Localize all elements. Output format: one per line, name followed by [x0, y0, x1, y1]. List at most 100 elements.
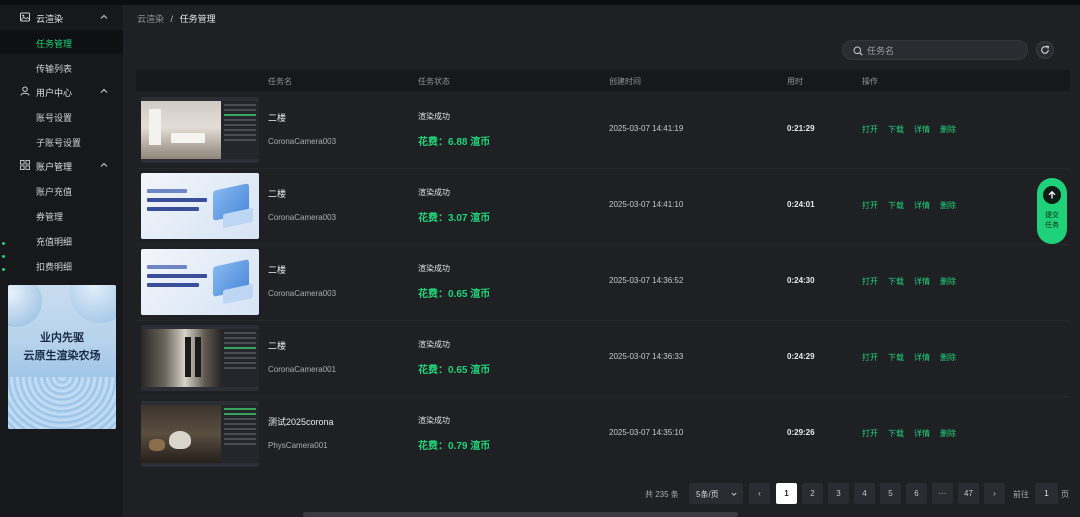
search-icon — [853, 46, 863, 56]
render-thumbnail[interactable] — [141, 97, 259, 163]
page-button-2[interactable]: 2 — [802, 483, 823, 504]
table-row[interactable]: 测试2025corona PhysCamera001 渲染成功 花费：0.79 … — [136, 397, 1070, 473]
task-actions: 打开 下载 详情 删除 — [862, 352, 966, 363]
submit-task-button[interactable]: 提交 任务 — [1037, 178, 1067, 244]
page-size-select[interactable]: 5条/页 — [689, 483, 743, 504]
sidebar-item-label: 扣费明细 — [36, 262, 73, 272]
open-button[interactable]: 打开 — [862, 277, 878, 286]
sidebar-item-label: 传输列表 — [36, 64, 73, 74]
task-camera: PhysCamera001 — [268, 441, 328, 450]
task-name: 二楼 — [268, 113, 287, 123]
sidebar-item-account-settings[interactable]: 账号设置 — [0, 104, 123, 128]
task-duration: 0:24:01 — [787, 200, 815, 209]
detail-button[interactable]: 详情 — [914, 429, 930, 438]
page-button-3[interactable]: 3 — [828, 483, 849, 504]
render-thumbnail[interactable] — [141, 325, 259, 391]
download-button[interactable]: 下载 — [888, 353, 904, 362]
sidebar-group-account-manage[interactable]: 账户管理 — [0, 153, 123, 177]
refresh-button[interactable] — [1036, 41, 1054, 59]
promo-banner[interactable]: 业内先驱 云原生渲染农场 — [8, 285, 116, 429]
page-button-6[interactable]: 6 — [906, 483, 927, 504]
open-button[interactable]: 打开 — [862, 125, 878, 134]
task-cost: 花费：6.88 渲币 — [418, 137, 491, 148]
task-status: 渲染成功 — [418, 416, 450, 425]
page-size-value: 5条/页 — [696, 490, 719, 499]
goto-label: 前往 — [1013, 490, 1029, 499]
promo-sphere-decoration — [70, 285, 116, 323]
task-camera: CoronaCamera001 — [268, 365, 337, 374]
sidebar-item-label: 券管理 — [36, 212, 64, 222]
detail-button[interactable]: 详情 — [914, 125, 930, 134]
promo-subtitle: 云原生渲染农场 — [23, 350, 101, 362]
open-button[interactable]: 打开 — [862, 353, 878, 362]
sidebar-group-label: 用户中心 — [36, 88, 73, 98]
sidebar-item-task-manage[interactable]: 任务管理 — [0, 30, 123, 54]
table-row[interactable]: 二楼 CoronaCamera003 渲染成功 花费：0.65 渲币 2025-… — [136, 245, 1070, 321]
download-button[interactable]: 下载 — [888, 125, 904, 134]
task-cost: 花费：0.65 渲币 — [418, 365, 491, 376]
breadcrumb-root[interactable]: 云渲染 — [137, 14, 164, 24]
task-status: 渲染成功 — [418, 264, 450, 273]
open-button[interactable]: 打开 — [862, 201, 878, 210]
download-button[interactable]: 下载 — [888, 277, 904, 286]
goto-suffix: 页 — [1061, 490, 1069, 499]
status-dots — [2, 242, 8, 281]
detail-button[interactable]: 详情 — [914, 353, 930, 362]
delete-button[interactable]: 删除 — [940, 353, 956, 362]
goto-page-input[interactable]: 1 — [1035, 483, 1058, 504]
sidebar-group-user-center[interactable]: 用户中心 — [0, 79, 123, 103]
prev-page-button[interactable]: ‹ — [749, 483, 770, 504]
task-duration: 0:21:29 — [787, 124, 815, 133]
download-button[interactable]: 下载 — [888, 201, 904, 210]
submit-task-label: 提交 — [1045, 212, 1059, 219]
table-row[interactable]: 二楼 CoronaCamera003 渲染成功 花费：3.07 渲币 2025-… — [136, 169, 1070, 245]
sidebar-item-voucher-manage[interactable]: 券管理 — [0, 203, 123, 227]
submit-task-label: 任务 — [1045, 222, 1059, 229]
delete-button[interactable]: 删除 — [940, 201, 956, 210]
promo-title: 业内先驱 — [40, 332, 84, 344]
search-box[interactable] — [842, 40, 1028, 60]
page-button-5[interactable]: 5 — [880, 483, 901, 504]
sidebar-item-deduct-detail[interactable]: 扣费明细 — [0, 253, 123, 277]
search-input[interactable] — [867, 44, 1017, 57]
table-row[interactable]: 二楼 CoronaCamera003 渲染成功 花费：6.88 渲币 2025-… — [136, 93, 1070, 169]
column-header-duration: 用时 — [787, 77, 803, 86]
render-thumbnail[interactable] — [141, 249, 259, 315]
detail-button[interactable]: 详情 — [914, 277, 930, 286]
render-thumbnail[interactable] — [141, 401, 259, 467]
task-status: 渲染成功 — [418, 340, 450, 349]
table-row[interactable]: 二楼 CoronaCamera001 渲染成功 花费：0.65 渲币 2025-… — [136, 321, 1070, 397]
sidebar-item-account-recharge[interactable]: 账户充值 — [0, 178, 123, 202]
task-name: 二楼 — [268, 189, 287, 199]
column-header-name: 任务名 — [268, 77, 292, 86]
sidebar-item-label: 账户充值 — [36, 187, 73, 197]
page-ellipsis-button[interactable]: ··· — [932, 483, 953, 504]
sidebar-item-transfer-list[interactable]: 传输列表 — [0, 55, 123, 79]
sidebar-group-cloud-render[interactable]: 云渲染 — [0, 5, 123, 29]
page-button-47[interactable]: 47 — [958, 483, 979, 504]
grid-icon — [20, 160, 30, 170]
page-button-4[interactable]: 4 — [854, 483, 875, 504]
sidebar-group-label: 账户管理 — [36, 162, 73, 172]
task-status: 渲染成功 — [418, 112, 450, 121]
download-button[interactable]: 下载 — [888, 429, 904, 438]
sidebar-item-recharge-detail[interactable]: 充值明细 — [0, 228, 123, 252]
open-button[interactable]: 打开 — [862, 429, 878, 438]
detail-button[interactable]: 详情 — [914, 201, 930, 210]
main-content: 云渲染 / 任务管理 任务名 任务状态 创建时间 用时 操作 — [123, 5, 1080, 517]
delete-button[interactable]: 删除 — [940, 125, 956, 134]
arrow-up-icon — [1043, 186, 1061, 204]
task-name: 二楼 — [268, 341, 287, 351]
breadcrumb: 云渲染 / 任务管理 — [137, 12, 216, 25]
task-actions: 打开 下载 详情 删除 — [862, 428, 966, 439]
render-thumbnail[interactable] — [141, 173, 259, 239]
chevron-up-icon — [100, 14, 108, 19]
page-button-1[interactable]: 1 — [776, 483, 797, 504]
sidebar-item-sub-account-settings[interactable]: 子账号设置 — [0, 129, 123, 153]
task-created-time: 2025-03-07 14:36:52 — [609, 276, 684, 285]
refresh-icon — [1041, 45, 1050, 54]
next-page-button[interactable]: › — [984, 483, 1005, 504]
delete-button[interactable]: 删除 — [940, 429, 956, 438]
horizontal-scrollbar[interactable] — [303, 512, 738, 517]
delete-button[interactable]: 删除 — [940, 277, 956, 286]
